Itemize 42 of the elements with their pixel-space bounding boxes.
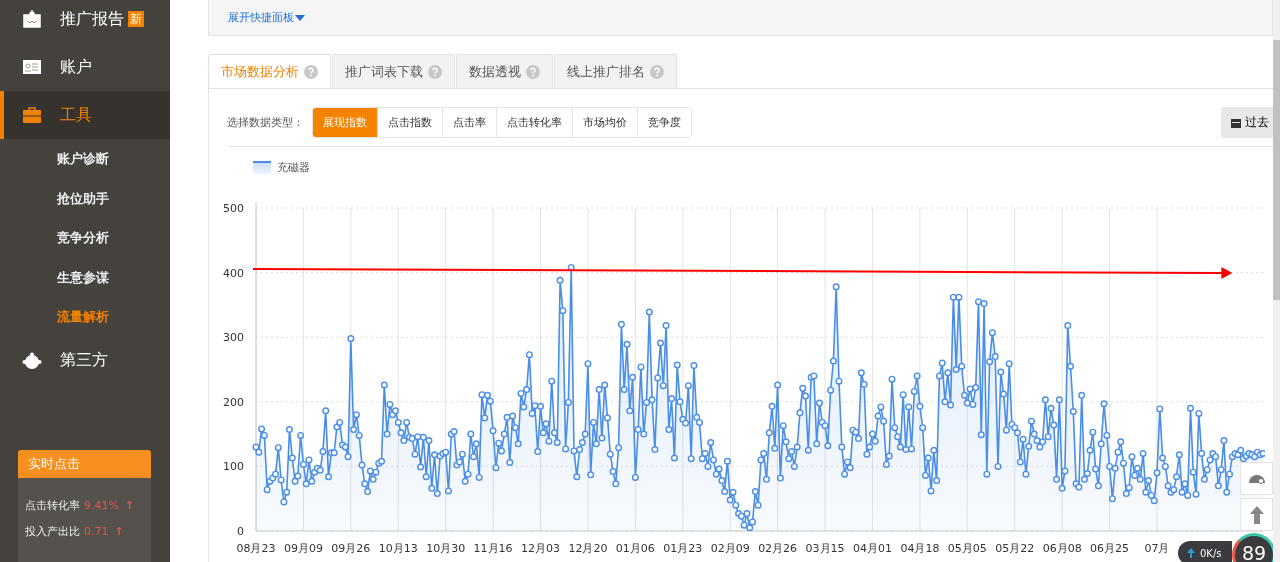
x-axis-label: 01月06 (615, 542, 655, 555)
y-axis-label: 300 (223, 331, 244, 345)
x-axis-label: 08月23 (236, 542, 276, 555)
x-axis-label: 07月 (1144, 542, 1170, 555)
x-axis-label: 01月23 (663, 542, 703, 555)
y-axis-label: 0 (237, 525, 244, 538)
trend-arrow: ↑ (114, 524, 124, 538)
x-axis-label: 05月05 (947, 542, 987, 555)
nav-label: 第三方 (60, 350, 108, 371)
nav-label: 推广报告 (60, 8, 124, 30)
score-gauge: 89 (1232, 533, 1276, 562)
x-axis-label: 04月18 (900, 542, 940, 555)
legend-label: 充磁器 (277, 159, 310, 175)
x-axis-label: 02月26 (758, 542, 798, 555)
x-axis-label: 10月13 (378, 542, 418, 555)
nav-label: 账户 (60, 56, 92, 78)
x-axis-label: 06月08 (1042, 542, 1082, 555)
x-axis-label: 05月22 (995, 542, 1035, 555)
x-axis-label: 10月30 (426, 542, 466, 555)
nav-label: 工具 (60, 104, 92, 126)
x-axis-label: 12月20 (568, 542, 608, 555)
y-axis-label: 100 (223, 460, 244, 474)
new-badge: 新 (128, 11, 144, 27)
metric-label: 投入产出比 (25, 523, 80, 539)
x-axis-label: 12月03 (521, 542, 561, 555)
x-axis-label: 04月01 (852, 542, 892, 555)
x-axis-label: 06月25 (1090, 542, 1130, 555)
realtime-title: 实时点击 (18, 450, 151, 478)
y-axis-label: 500 (223, 202, 244, 215)
x-axis-label: 09月26 (331, 542, 371, 555)
metric-value: 0.71 (84, 524, 109, 538)
speed-text: 0K/s (1200, 547, 1222, 559)
y-axis-label: 200 (223, 395, 244, 409)
x-axis-label: 09月09 (283, 542, 323, 555)
trend-arrow: ↑ (124, 498, 135, 512)
x-axis-label: 03月15 (805, 542, 845, 555)
filter-label: 选择数据类型： (227, 115, 304, 130)
y-axis-label: 400 (223, 266, 244, 280)
metric-label: 点击转化率 (25, 497, 80, 513)
x-axis-label: 02月09 (710, 542, 750, 555)
metric-value: 9.41% (84, 498, 119, 512)
x-axis-label: 11月16 (473, 542, 513, 555)
